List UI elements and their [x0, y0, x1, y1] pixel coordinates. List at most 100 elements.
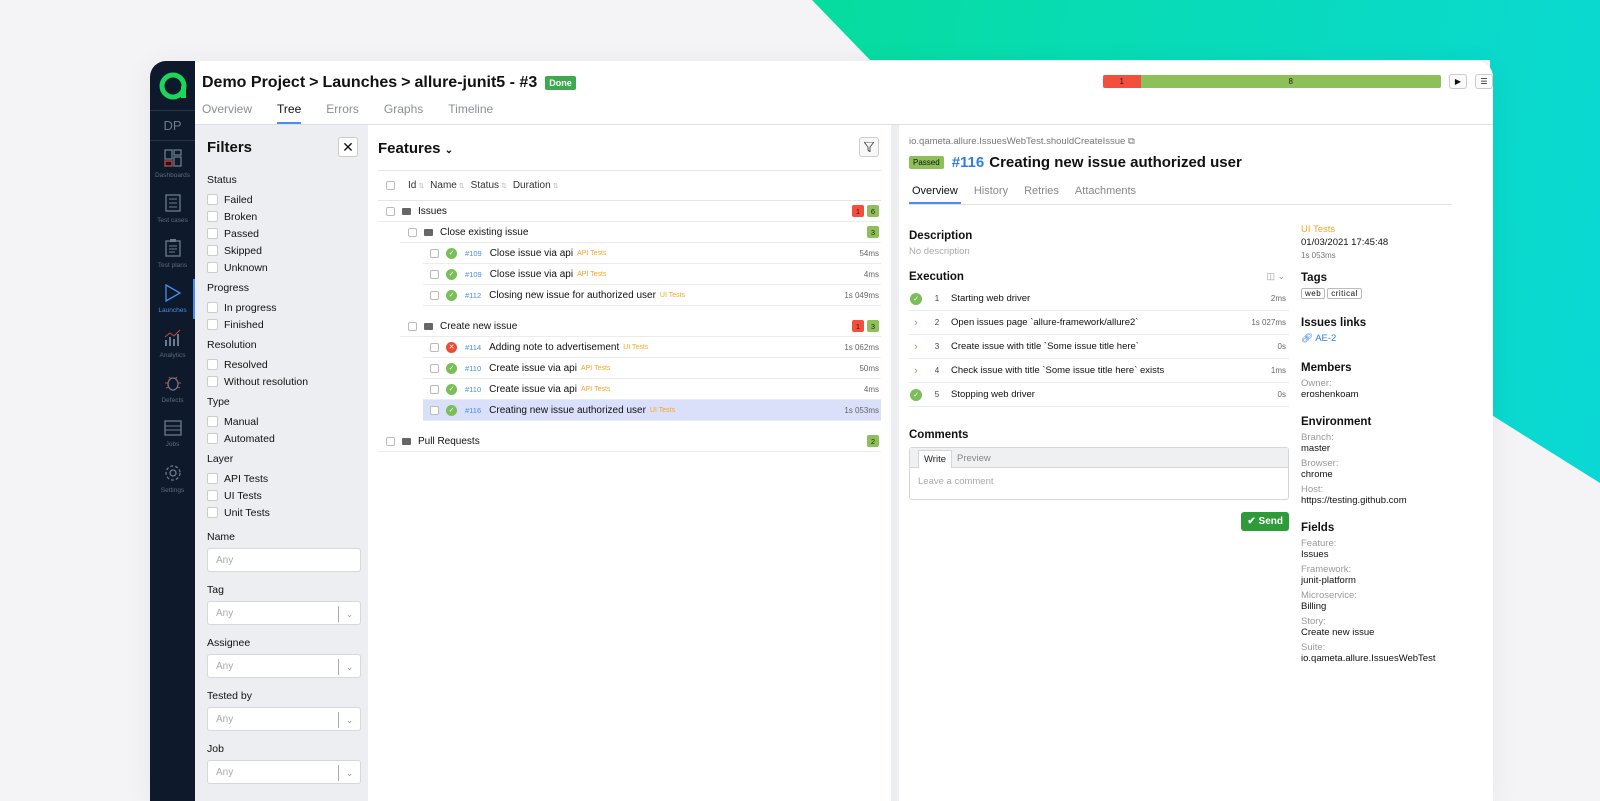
close-filters-button[interactable]: ✕ — [338, 137, 358, 157]
chevron-down-icon[interactable]: ⌄ — [338, 712, 360, 728]
checkbox[interactable] — [207, 359, 218, 370]
filter-checkbox-passed[interactable]: Passed — [207, 225, 358, 242]
test-row[interactable]: ✓ #109 Close issue via api API Tests 54ms — [423, 243, 881, 264]
execution-layout-toggle[interactable]: ◫ ⌄ — [1266, 271, 1285, 282]
test-row[interactable]: ✕ #114 Adding note to advertisement UI Test… — [423, 337, 881, 358]
nav-item-launches[interactable]: Launches — [150, 277, 196, 321]
tree-group[interactable]: Pull Requests 2 — [378, 431, 881, 452]
nav-item-defects[interactable]: Defects — [150, 367, 195, 411]
row-checkbox[interactable] — [386, 206, 395, 216]
row-checkbox[interactable] — [430, 290, 439, 300]
detail-tab-overview[interactable]: Overview — [909, 185, 961, 204]
filter-job-input[interactable]: Any ⌄ — [207, 760, 361, 784]
chevron-down-icon[interactable]: ⌄ — [338, 765, 360, 781]
test-id-link[interactable]: #116 — [952, 154, 985, 171]
nav-item-dashboards[interactable]: Dashboards — [150, 142, 195, 186]
tab-timeline[interactable]: Timeline — [448, 102, 493, 124]
tree-subgroup[interactable]: Close existing issue 3 — [400, 222, 881, 243]
menu-button[interactable]: ☰ — [1475, 74, 1493, 89]
filter-checkbox-unit-tests[interactable]: Unit Tests — [207, 504, 358, 521]
filter-checkbox-in-progress[interactable]: In progress — [207, 299, 358, 316]
column-duration[interactable]: Duration ⇅ — [513, 180, 559, 191]
filter-checkbox-resolved[interactable]: Resolved — [207, 356, 358, 373]
filter-assignee-input[interactable]: Any ⌄ — [207, 654, 361, 678]
execution-step[interactable]: › 3 Create issue with title `Some issue ti… — [909, 335, 1289, 359]
filter-tag-input[interactable]: Any ⌄ — [207, 601, 361, 625]
row-checkbox[interactable] — [430, 248, 439, 258]
tab-graphs[interactable]: Graphs — [384, 102, 423, 124]
execution-step[interactable]: ✓ 1 Starting web driver 2ms — [909, 287, 1289, 311]
tree-grouping-select[interactable]: Features ⌄ — [378, 140, 881, 170]
tree-filter-button[interactable] — [859, 137, 879, 157]
run-button[interactable]: ▶ — [1449, 74, 1467, 89]
detail-tab-retries[interactable]: Retries — [1021, 185, 1062, 204]
filter-checkbox-unknown[interactable]: Unknown — [207, 259, 358, 276]
filter-checkbox-api-tests[interactable]: API Tests — [207, 470, 358, 487]
execution-step[interactable]: › 2 Open issues page `allure-framework/all… — [909, 311, 1289, 335]
row-checkbox[interactable] — [408, 227, 417, 237]
test-row[interactable]: ✓ #109 Close issue via api API Tests 4ms — [423, 264, 881, 285]
tag-badge[interactable]: critical — [1327, 288, 1362, 299]
checkbox[interactable] — [207, 262, 218, 273]
detail-tab-history[interactable]: History — [971, 185, 1011, 204]
detail-tab-attachments[interactable]: Attachments — [1072, 185, 1139, 204]
row-checkbox[interactable] — [430, 342, 439, 352]
comment-tab-preview[interactable]: Preview — [952, 450, 996, 467]
issue-link[interactable]: 🔗︎ AE-2 — [1301, 333, 1451, 344]
chevron-down-icon[interactable]: ⌄ — [338, 606, 360, 622]
comment-tab-write[interactable]: Write — [918, 450, 952, 468]
column-name[interactable]: Name ⇅ — [430, 180, 465, 191]
send-comment-button[interactable]: ✔ Send — [1241, 512, 1289, 531]
tree-subgroup[interactable]: Create new issue 1 3 — [400, 316, 881, 337]
row-checkbox[interactable] — [430, 269, 439, 279]
tab-errors[interactable]: Errors — [326, 102, 359, 124]
filter-tested-by-input[interactable]: Any ⌄ — [207, 707, 361, 731]
checkbox[interactable] — [207, 228, 218, 239]
checkbox[interactable] — [207, 319, 218, 330]
checkbox[interactable] — [207, 245, 218, 256]
filter-checkbox-broken[interactable]: Broken — [207, 208, 358, 225]
column-status[interactable]: Status ⇅ — [471, 180, 507, 191]
tab-tree[interactable]: Tree — [277, 102, 302, 124]
breadcrumb-project[interactable]: Demo Project — [202, 74, 305, 92]
tree-group[interactable]: Issues 1 6 — [378, 201, 881, 222]
chevron-down-icon[interactable]: ⌄ — [338, 659, 360, 675]
column-id[interactable]: Id ⇅ — [408, 180, 424, 191]
test-row[interactable]: ✓ #110 Create issue via api API Tests 50ms — [423, 358, 881, 379]
filter-checkbox-ui-tests[interactable]: UI Tests — [207, 487, 358, 504]
test-row[interactable]: ✓ #116 Creating new issue authorized user U… — [423, 400, 881, 421]
checkbox[interactable] — [207, 507, 218, 518]
filter-checkbox-manual[interactable]: Manual — [207, 413, 358, 430]
test-row[interactable]: ✓ #110 Create issue via api API Tests 4ms — [423, 379, 881, 400]
execution-step[interactable]: ✓ 5 Stopping web driver 0s — [909, 383, 1289, 407]
tab-overview[interactable]: Overview — [202, 102, 252, 124]
checkbox[interactable] — [207, 416, 218, 427]
checkbox[interactable] — [207, 211, 218, 222]
filter-checkbox-skipped[interactable]: Skipped — [207, 242, 358, 259]
checkbox[interactable] — [207, 473, 218, 484]
nav-item-test-cases[interactable]: Test cases — [150, 187, 195, 231]
checkbox[interactable] — [207, 490, 218, 501]
test-row[interactable]: ✓ #112 Closing new issue for authorized us… — [423, 285, 881, 306]
select-all-checkbox[interactable] — [386, 181, 395, 190]
row-checkbox[interactable] — [430, 405, 439, 415]
row-checkbox[interactable] — [430, 363, 439, 373]
row-checkbox[interactable] — [408, 321, 417, 331]
comment-input[interactable]: Leave a comment — [910, 468, 1288, 499]
copy-icon[interactable]: ⧉ — [1128, 136, 1135, 147]
nav-item-settings[interactable]: Settings — [150, 457, 195, 501]
tag-badge[interactable]: web — [1301, 288, 1326, 299]
filter-name-input[interactable]: Any — [207, 548, 361, 572]
row-checkbox[interactable] — [430, 384, 439, 394]
checkbox[interactable] — [207, 302, 218, 313]
checkbox[interactable] — [207, 194, 218, 205]
checkbox[interactable] — [207, 376, 218, 387]
execution-step[interactable]: › 4 Check issue with title `Some issue tit… — [909, 359, 1289, 383]
filter-checkbox-finished[interactable]: Finished — [207, 316, 358, 333]
nav-item-jobs[interactable]: Jobs — [150, 412, 195, 456]
nav-item-analytics[interactable]: Analytics — [150, 322, 195, 366]
nav-item-test-plans[interactable]: Test plans — [150, 232, 195, 276]
row-checkbox[interactable] — [386, 436, 395, 446]
breadcrumb-launches[interactable]: Launches — [322, 74, 397, 92]
filter-checkbox-failed[interactable]: Failed — [207, 191, 358, 208]
